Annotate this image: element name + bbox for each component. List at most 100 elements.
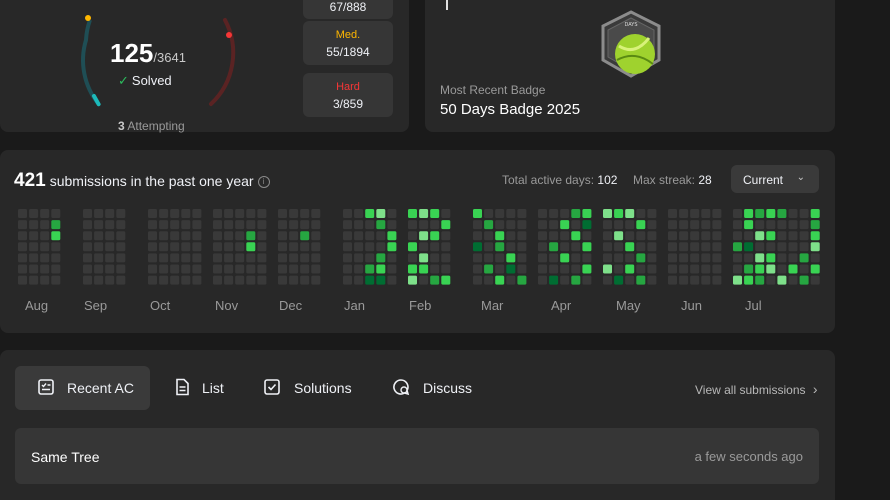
heatmap-cell[interactable] bbox=[441, 209, 451, 218]
heatmap-cell[interactable] bbox=[614, 253, 624, 263]
heatmap-cell[interactable] bbox=[810, 220, 820, 230]
heatmap-cell[interactable] bbox=[213, 264, 222, 274]
heatmap-cell[interactable] bbox=[94, 209, 104, 218]
heatmap-cell[interactable] bbox=[376, 242, 386, 252]
heatmap-cell[interactable] bbox=[679, 264, 689, 274]
heatmap-cell[interactable] bbox=[560, 253, 570, 263]
heatmap-cell[interactable] bbox=[257, 253, 267, 263]
heatmap-cell[interactable] bbox=[224, 275, 234, 285]
heatmap-cell[interactable] bbox=[278, 231, 287, 241]
heatmap-cell[interactable] bbox=[116, 253, 126, 263]
heatmap-cell[interactable] bbox=[246, 264, 256, 274]
heatmap-cell[interactable] bbox=[636, 275, 646, 285]
heatmap-cell[interactable] bbox=[668, 209, 677, 218]
heatmap-cell[interactable] bbox=[105, 264, 115, 274]
heatmap-cell[interactable] bbox=[300, 209, 310, 218]
heatmap-cell[interactable] bbox=[235, 264, 245, 274]
heatmap-cell[interactable] bbox=[647, 275, 657, 285]
heatmap-cell[interactable] bbox=[788, 231, 798, 241]
heatmap-cell[interactable] bbox=[484, 264, 494, 274]
heatmap-cell[interactable] bbox=[560, 264, 570, 274]
heatmap-cell[interactable] bbox=[701, 231, 711, 241]
heatmap-cell[interactable] bbox=[289, 275, 299, 285]
heatmap-cell[interactable] bbox=[538, 253, 547, 263]
heatmap-cell[interactable] bbox=[376, 253, 386, 263]
heatmap-cell[interactable] bbox=[365, 264, 375, 274]
heatmap-cell[interactable] bbox=[571, 253, 581, 263]
heatmap-cell[interactable] bbox=[213, 220, 222, 230]
heatmap-cell[interactable] bbox=[679, 209, 689, 218]
heatmap-cell[interactable] bbox=[408, 275, 417, 285]
heatmap-cell[interactable] bbox=[712, 220, 722, 230]
heatmap-cell[interactable] bbox=[549, 242, 559, 252]
heatmap-cell[interactable] bbox=[690, 275, 700, 285]
heatmap-cell[interactable] bbox=[484, 209, 494, 218]
heatmap-cell[interactable] bbox=[257, 231, 267, 241]
heatmap-cell[interactable] bbox=[755, 231, 765, 241]
heatmap-cell[interactable] bbox=[192, 220, 202, 230]
heatmap-cell[interactable] bbox=[105, 242, 115, 252]
heatmap-cell[interactable] bbox=[343, 242, 352, 252]
heatmap-cell[interactable] bbox=[755, 264, 765, 274]
heatmap-cell[interactable] bbox=[560, 275, 570, 285]
heatmap-cell[interactable] bbox=[538, 209, 547, 218]
heatmap-cell[interactable] bbox=[170, 253, 180, 263]
heatmap-cell[interactable] bbox=[387, 253, 397, 263]
heatmap-cell[interactable] bbox=[289, 220, 299, 230]
heatmap-cell[interactable] bbox=[289, 253, 299, 263]
heatmap-cell[interactable] bbox=[311, 253, 321, 263]
heatmap-cell[interactable] bbox=[170, 209, 180, 218]
heatmap-cell[interactable] bbox=[343, 275, 352, 285]
heatmap-cell[interactable] bbox=[40, 275, 50, 285]
heatmap-cell[interactable] bbox=[300, 275, 310, 285]
heatmap-cell[interactable] bbox=[712, 253, 722, 263]
heatmap-cell[interactable] bbox=[549, 220, 559, 230]
heatmap-cell[interactable] bbox=[354, 231, 364, 241]
heatmap-cell[interactable] bbox=[777, 209, 787, 218]
heatmap-cell[interactable] bbox=[148, 264, 157, 274]
submission-title[interactable]: Same Tree bbox=[31, 449, 99, 465]
heatmap-cell[interactable] bbox=[300, 220, 310, 230]
heatmap-cell[interactable] bbox=[278, 220, 287, 230]
heatmap-cell[interactable] bbox=[181, 264, 191, 274]
heatmap-cell[interactable] bbox=[668, 231, 677, 241]
heatmap-cell[interactable] bbox=[408, 220, 417, 230]
heatmap-cell[interactable] bbox=[116, 242, 126, 252]
heatmap-cell[interactable] bbox=[549, 275, 559, 285]
heatmap-cell[interactable] bbox=[603, 231, 612, 241]
heatmap-cell[interactable] bbox=[701, 275, 711, 285]
heatmap-cell[interactable] bbox=[484, 253, 494, 263]
heatmap-cell[interactable] bbox=[246, 220, 256, 230]
heatmap-cell[interactable] bbox=[311, 231, 321, 241]
heatmap-cell[interactable] bbox=[506, 253, 516, 263]
heatmap-cell[interactable] bbox=[766, 209, 776, 218]
heatmap-cell[interactable] bbox=[376, 209, 386, 218]
heatmap-cell[interactable] bbox=[224, 220, 234, 230]
heatmap-cell[interactable] bbox=[679, 275, 689, 285]
heatmap-cell[interactable] bbox=[484, 231, 494, 241]
heatmap-cell[interactable] bbox=[408, 242, 417, 252]
heatmap-cell[interactable] bbox=[614, 275, 624, 285]
heatmap-cell[interactable] bbox=[289, 242, 299, 252]
heatmap-cell[interactable] bbox=[788, 209, 798, 218]
heatmap-cell[interactable] bbox=[51, 275, 61, 285]
heatmap-cell[interactable] bbox=[473, 242, 482, 252]
heatmap-cell[interactable] bbox=[246, 231, 256, 241]
heatmap-cell[interactable] bbox=[213, 253, 222, 263]
heatmap-cell[interactable] bbox=[690, 220, 700, 230]
heatmap-cell[interactable] bbox=[679, 231, 689, 241]
heatmap-cell[interactable] bbox=[766, 253, 776, 263]
heatmap-cell[interactable] bbox=[668, 275, 677, 285]
heatmap-cell[interactable] bbox=[636, 231, 646, 241]
heatmap-cell[interactable] bbox=[148, 220, 157, 230]
heatmap-cell[interactable] bbox=[246, 242, 256, 252]
heatmap-cell[interactable] bbox=[517, 209, 527, 218]
heatmap-cell[interactable] bbox=[376, 264, 386, 274]
heatmap-cell[interactable] bbox=[788, 275, 798, 285]
heatmap-cell[interactable] bbox=[213, 242, 222, 252]
heatmap-cell[interactable] bbox=[647, 264, 657, 274]
heatmap-cell[interactable] bbox=[29, 231, 39, 241]
heatmap-cell[interactable] bbox=[484, 275, 494, 285]
heatmap-cell[interactable] bbox=[430, 242, 440, 252]
heatmap-cell[interactable] bbox=[300, 264, 310, 274]
